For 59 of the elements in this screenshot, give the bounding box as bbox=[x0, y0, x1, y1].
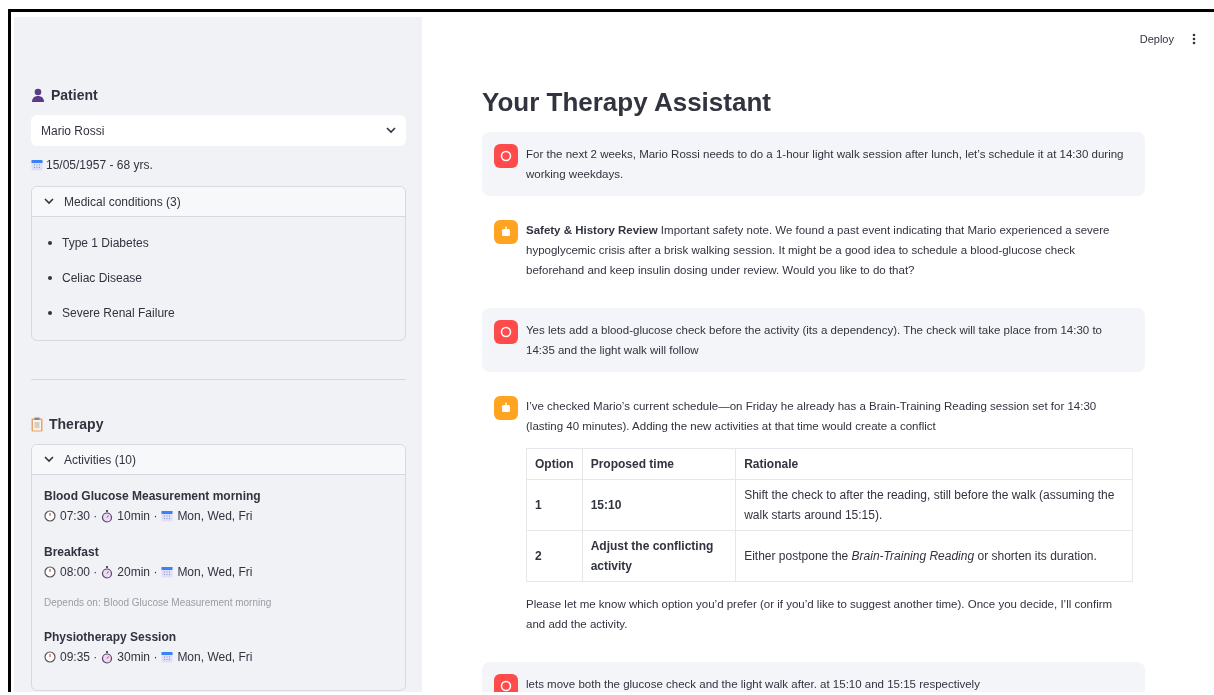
clock-icon bbox=[44, 510, 56, 522]
activity-time: 07:30 · bbox=[60, 509, 98, 523]
message-text: lets move both the glucose check and the light walk after. at 15:10 and 15:15 respectively bbox=[526, 677, 981, 692]
calendar-icon bbox=[161, 566, 174, 578]
robot-avatar-icon bbox=[494, 220, 518, 244]
clock-icon bbox=[44, 651, 56, 663]
chevron-down-icon bbox=[386, 127, 396, 134]
dependency-note: Depends on: Blood Glucose Measurement morning bbox=[44, 597, 273, 608]
activity-time: 09:35 · bbox=[60, 650, 98, 664]
stopwatch-icon bbox=[101, 650, 114, 664]
calendar-icon bbox=[161, 651, 174, 663]
birth-date: 15/05/1957 - 68 yrs. bbox=[46, 158, 153, 172]
activity-name: Physiotherapy Session bbox=[44, 630, 178, 644]
message-text: Please let me know which option you’d prefer (or if you’d like to suggest another time). Once you decide, I’ll confirm and add the activity. bbox=[526, 597, 1114, 632]
clipboard-icon bbox=[31, 416, 43, 432]
chevron-down-icon bbox=[44, 456, 54, 463]
calendar-icon bbox=[161, 510, 174, 522]
column-header: Proposed time bbox=[582, 448, 736, 480]
message-text: I’ve checked Mario’s current schedule—on Friday he already has a Brain-Training Reading session set for 14:30 (lasting 40 minutes). Adding the new activities at that time would create a conflict bbox=[526, 399, 1098, 434]
column-header: Rationale bbox=[735, 448, 1133, 480]
patient-select[interactable]: Mario Rossi bbox=[31, 115, 406, 146]
therapy-heading: Therapy bbox=[49, 416, 104, 432]
user-avatar-icon bbox=[494, 320, 518, 344]
chevron-down-icon bbox=[44, 198, 54, 205]
user-avatar-icon bbox=[494, 144, 518, 168]
column-header: Option bbox=[526, 448, 583, 480]
more-menu-icon[interactable] bbox=[1192, 33, 1196, 45]
person-icon bbox=[31, 88, 45, 102]
activity-duration: 10min · bbox=[117, 509, 158, 523]
table-cell: Adjust the conflicting activity bbox=[582, 530, 736, 582]
table-cell: 2 bbox=[526, 530, 583, 582]
activity-days: Mon, Wed, Fri bbox=[177, 565, 253, 579]
table-cell: Either postpone the Brain-Training Reading or shorten its duration. bbox=[735, 530, 1133, 582]
table-cell: Shift the check to after the reading, still before the walk (assuming the walk starts around 15:15). bbox=[735, 479, 1133, 531]
message-text: For the next 2 weeks, Mario Rossi needs to do a 1-hour light walk session after lunch, let’s schedule it at 14:30 during working weekdays. bbox=[526, 147, 1125, 182]
activities-toggle[interactable]: Activities (10) bbox=[32, 445, 405, 475]
calendar-icon bbox=[31, 159, 43, 171]
stopwatch-icon bbox=[101, 565, 114, 579]
activity-days: Mon, Wed, Fri bbox=[177, 509, 253, 523]
clock-icon bbox=[44, 566, 56, 578]
table-cell: 15:10 bbox=[582, 479, 736, 531]
condition-item: Type 1 Diabetes bbox=[62, 235, 149, 250]
message-text: Yes lets add a blood-glucose check before the activity (its a dependency). The check will take place from 14:30 to 14:35 and the light walk will follow bbox=[526, 323, 1103, 358]
patient-heading: Patient bbox=[51, 87, 98, 103]
conditions-toggle[interactable]: Medical conditions (3) bbox=[32, 187, 405, 217]
table-cell: 1 bbox=[526, 479, 583, 531]
deploy-button[interactable]: Deploy bbox=[1135, 31, 1178, 47]
page-title: Your Therapy Assistant bbox=[482, 87, 772, 118]
message-text: Safety & History Review Important safety note. We found a past event indicating that Mario experienced a severe hypoglycemic crisis after a brisk walking session. It might be a good idea to schedule a blood-glucose check beforehand and keep insulin dosing under review. Would you like to do that? bbox=[526, 223, 1111, 278]
activity-days: Mon, Wed, Fri bbox=[177, 650, 253, 664]
activity-name: Blood Glucose Measurement morning bbox=[44, 489, 262, 503]
activity-name: Breakfast bbox=[44, 545, 100, 559]
activity-duration: 20min · bbox=[117, 565, 158, 579]
condition-item: Severe Renal Failure bbox=[62, 305, 175, 320]
stopwatch-icon bbox=[101, 509, 114, 523]
activity-duration: 30min · bbox=[117, 650, 158, 664]
activity-time: 08:00 · bbox=[60, 565, 98, 579]
robot-avatar-icon bbox=[494, 396, 518, 420]
condition-item: Celiac Disease bbox=[62, 270, 143, 285]
